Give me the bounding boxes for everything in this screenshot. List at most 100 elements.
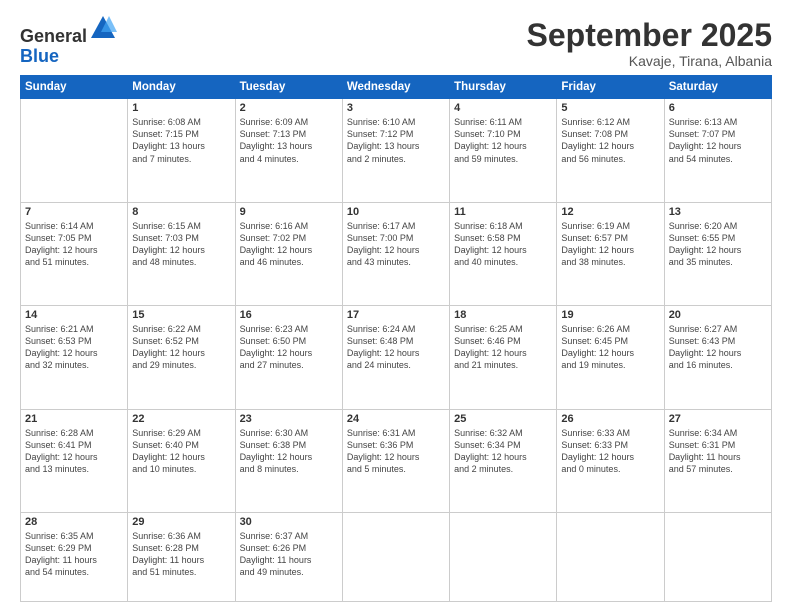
day-number: 13	[669, 206, 767, 218]
day-cell: 16 Sunrise: 6:23 AMSunset: 6:50 PMDayligh…	[235, 306, 342, 409]
logo: General Blue	[20, 18, 117, 67]
logo-blue-text: Blue	[20, 46, 59, 66]
day-number: 18	[454, 309, 552, 321]
day-number: 19	[561, 309, 659, 321]
day-info: Sunrise: 6:30 AMSunset: 6:38 PMDaylight:…	[240, 427, 338, 476]
header: General Blue September 2025 Kavaje, Tira…	[20, 18, 772, 69]
day-info: Sunrise: 6:25 AMSunset: 6:46 PMDaylight:…	[454, 323, 552, 372]
day-info: Sunrise: 6:18 AMSunset: 6:58 PMDaylight:…	[454, 220, 552, 269]
day-number: 26	[561, 413, 659, 425]
day-cell: 25 Sunrise: 6:32 AMSunset: 6:34 PMDayligh…	[450, 409, 557, 512]
day-info: Sunrise: 6:27 AMSunset: 6:43 PMDaylight:…	[669, 323, 767, 372]
day-info: Sunrise: 6:37 AMSunset: 6:26 PMDaylight:…	[240, 530, 338, 579]
col-thursday: Thursday	[450, 76, 557, 99]
location: Kavaje, Tirana, Albania	[527, 53, 772, 69]
day-info: Sunrise: 6:14 AMSunset: 7:05 PMDaylight:…	[25, 220, 123, 269]
logo-general-text: General	[20, 26, 87, 46]
day-info: Sunrise: 6:09 AMSunset: 7:13 PMDaylight:…	[240, 116, 338, 165]
day-info: Sunrise: 6:17 AMSunset: 7:00 PMDaylight:…	[347, 220, 445, 269]
col-tuesday: Tuesday	[235, 76, 342, 99]
day-number: 25	[454, 413, 552, 425]
day-number: 29	[132, 516, 230, 528]
week-row-0: 1 Sunrise: 6:08 AMSunset: 7:15 PMDaylight…	[21, 99, 772, 202]
day-cell: 20 Sunrise: 6:27 AMSunset: 6:43 PMDayligh…	[664, 306, 771, 409]
day-cell: 5Sunrise: 6:12 AMSunset: 7:08 PMDaylight…	[557, 99, 664, 202]
col-friday: Friday	[557, 76, 664, 99]
col-wednesday: Wednesday	[342, 76, 449, 99]
day-cell	[557, 512, 664, 601]
day-info: Sunrise: 6:11 AMSunset: 7:10 PMDaylight:…	[454, 116, 552, 165]
day-number: 27	[669, 413, 767, 425]
day-cell: 4 Sunrise: 6:11 AMSunset: 7:10 PMDaylight…	[450, 99, 557, 202]
week-row-4: 28 Sunrise: 6:35 AMSunset: 6:29 PMDayligh…	[21, 512, 772, 601]
day-cell: 19Sunrise: 6:26 AMSunset: 6:45 PMDayligh…	[557, 306, 664, 409]
day-cell: 26 Sunrise: 6:33 AMSunset: 6:33 PMDayligh…	[557, 409, 664, 512]
day-cell: 1 Sunrise: 6:08 AMSunset: 7:15 PMDaylight…	[128, 99, 235, 202]
day-info: Sunrise: 6:34 AMSunset: 6:31 PMDaylight:…	[669, 427, 767, 476]
day-info: Sunrise: 6:12 AMSunset: 7:08 PMDaylight:…	[561, 116, 659, 165]
day-info: Sunrise: 6:23 AMSunset: 6:50 PMDaylight:…	[240, 323, 338, 372]
day-cell: 21 Sunrise: 6:28 AMSunset: 6:41 PMDayligh…	[21, 409, 128, 512]
day-number: 15	[132, 309, 230, 321]
day-cell: 17 Sunrise: 6:24 AMSunset: 6:48 PMDayligh…	[342, 306, 449, 409]
day-cell: 11 Sunrise: 6:18 AMSunset: 6:58 PMDayligh…	[450, 202, 557, 305]
day-cell	[450, 512, 557, 601]
day-info: Sunrise: 6:32 AMSunset: 6:34 PMDaylight:…	[454, 427, 552, 476]
day-number: 8	[132, 206, 230, 218]
day-number: 22	[132, 413, 230, 425]
week-row-3: 21 Sunrise: 6:28 AMSunset: 6:41 PMDayligh…	[21, 409, 772, 512]
day-number: 10	[347, 206, 445, 218]
day-number: 21	[25, 413, 123, 425]
day-number: 11	[454, 206, 552, 218]
day-info: Sunrise: 6:13 AMSunset: 7:07 PMDaylight:…	[669, 116, 767, 165]
day-info: Sunrise: 6:22 AMSunset: 6:52 PMDaylight:…	[132, 323, 230, 372]
day-info: Sunrise: 6:16 AMSunset: 7:02 PMDaylight:…	[240, 220, 338, 269]
day-cell: 8Sunrise: 6:15 AMSunset: 7:03 PMDaylight…	[128, 202, 235, 305]
day-cell	[664, 512, 771, 601]
day-info: Sunrise: 6:35 AMSunset: 6:29 PMDaylight:…	[25, 530, 123, 579]
day-cell: 23 Sunrise: 6:30 AMSunset: 6:38 PMDayligh…	[235, 409, 342, 512]
logo-icon	[89, 14, 117, 42]
day-number: 3	[347, 102, 445, 114]
day-cell: 14Sunrise: 6:21 AMSunset: 6:53 PMDayligh…	[21, 306, 128, 409]
day-number: 17	[347, 309, 445, 321]
day-cell: 18 Sunrise: 6:25 AMSunset: 6:46 PMDayligh…	[450, 306, 557, 409]
day-number: 30	[240, 516, 338, 528]
week-row-2: 14Sunrise: 6:21 AMSunset: 6:53 PMDayligh…	[21, 306, 772, 409]
day-info: Sunrise: 6:31 AMSunset: 6:36 PMDaylight:…	[347, 427, 445, 476]
day-info: Sunrise: 6:08 AMSunset: 7:15 PMDaylight:…	[132, 116, 230, 165]
day-cell: 3 Sunrise: 6:10 AMSunset: 7:12 PMDaylight…	[342, 99, 449, 202]
day-number: 20	[669, 309, 767, 321]
day-info: Sunrise: 6:10 AMSunset: 7:12 PMDaylight:…	[347, 116, 445, 165]
day-cell: 13Sunrise: 6:20 AMSunset: 6:55 PMDayligh…	[664, 202, 771, 305]
day-info: Sunrise: 6:19 AMSunset: 6:57 PMDaylight:…	[561, 220, 659, 269]
day-cell: 30 Sunrise: 6:37 AMSunset: 6:26 PMDayligh…	[235, 512, 342, 601]
day-info: Sunrise: 6:33 AMSunset: 6:33 PMDaylight:…	[561, 427, 659, 476]
day-number: 12	[561, 206, 659, 218]
day-number: 4	[454, 102, 552, 114]
day-cell: 7Sunrise: 6:14 AMSunset: 7:05 PMDaylight…	[21, 202, 128, 305]
day-number: 28	[25, 516, 123, 528]
day-info: Sunrise: 6:28 AMSunset: 6:41 PMDaylight:…	[25, 427, 123, 476]
day-cell: 22 Sunrise: 6:29 AMSunset: 6:40 PMDayligh…	[128, 409, 235, 512]
col-saturday: Saturday	[664, 76, 771, 99]
day-number: 24	[347, 413, 445, 425]
day-number: 23	[240, 413, 338, 425]
title-block: September 2025 Kavaje, Tirana, Albania	[527, 18, 772, 69]
day-cell: 15 Sunrise: 6:22 AMSunset: 6:52 PMDayligh…	[128, 306, 235, 409]
header-row: Sunday Monday Tuesday Wednesday Thursday…	[21, 76, 772, 99]
day-cell	[342, 512, 449, 601]
day-info: Sunrise: 6:29 AMSunset: 6:40 PMDaylight:…	[132, 427, 230, 476]
day-cell: 2Sunrise: 6:09 AMSunset: 7:13 PMDaylight…	[235, 99, 342, 202]
day-number: 16	[240, 309, 338, 321]
calendar-table: Sunday Monday Tuesday Wednesday Thursday…	[20, 75, 772, 602]
day-cell: 6 Sunrise: 6:13 AMSunset: 7:07 PMDaylight…	[664, 99, 771, 202]
day-number: 1	[132, 102, 230, 114]
day-number: 14	[25, 309, 123, 321]
day-cell: 27 Sunrise: 6:34 AMSunset: 6:31 PMDayligh…	[664, 409, 771, 512]
day-number: 9	[240, 206, 338, 218]
day-cell: 29Sunrise: 6:36 AMSunset: 6:28 PMDayligh…	[128, 512, 235, 601]
day-info: Sunrise: 6:24 AMSunset: 6:48 PMDaylight:…	[347, 323, 445, 372]
day-cell: 28 Sunrise: 6:35 AMSunset: 6:29 PMDayligh…	[21, 512, 128, 601]
day-number: 6	[669, 102, 767, 114]
